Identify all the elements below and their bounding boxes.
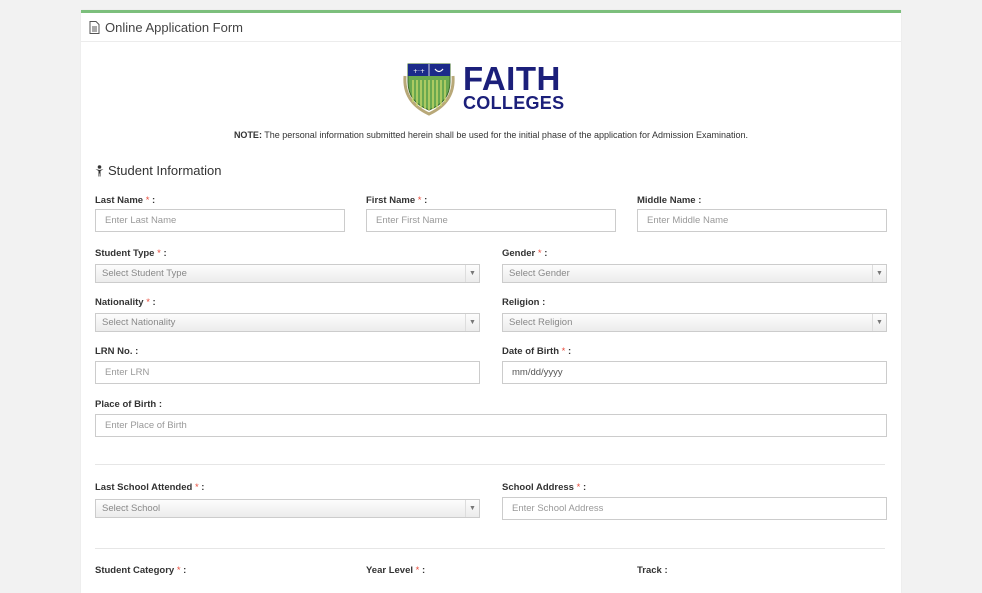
nationality-value: Select Nationality [102,317,176,328]
dob-input[interactable]: mm/dd/yyyy [502,361,887,384]
student-category-label: Student Category * : [95,565,187,576]
note-body: The personal information submitted herei… [264,130,749,140]
gender-value: Select Gender [509,268,570,279]
year-level-label: Year Level * : [366,565,426,576]
gender-label: Gender * : [502,248,548,259]
student-type-select[interactable]: Select Student Type ▼ [95,264,480,283]
nationality-label: Nationality * : [95,297,156,308]
religion-value: Select Religion [509,317,573,328]
svg-text:+·+: +·+ [413,68,425,75]
last-school-select[interactable]: Select School ▼ [95,499,480,518]
place-of-birth-label: Place of Birth : [95,399,163,410]
note-text: NOTE: The personal information submitted… [81,130,901,140]
faith-colleges-logo: +·+ FAITH COLLEGES [401,58,564,116]
logo-text-colleges: COLLEGES [463,93,565,113]
section-title-text: Student Information [108,163,222,178]
school-address-label: School Address * : [502,482,587,493]
panel-title: Online Application Form [105,19,244,35]
middle-name-label: Middle Name : [637,195,702,206]
place-of-birth-input[interactable]: Enter Place of Birth [95,414,887,437]
last-school-label: Last School Attended * : [95,482,205,493]
crest-icon: +·+ [403,63,455,116]
lrn-input[interactable]: Enter LRN [95,361,480,384]
school-address-input[interactable]: Enter School Address [502,497,887,520]
last-name-input[interactable]: Enter Last Name [95,209,345,232]
track-label: Track : [637,565,668,576]
dropdown-arrow-icon: ▼ [872,314,886,331]
panel-header: Online Application Form [81,13,901,42]
application-panel: Online Application Form +·+ FAITH COLLEG… [81,10,901,593]
dob-label: Date of Birth * : [502,346,572,357]
last-school-value: Select School [102,503,161,514]
last-name-label: Last Name * : [95,195,156,206]
section-title: Student Information [95,163,221,178]
divider [95,464,885,465]
dropdown-arrow-icon: ▼ [465,265,479,282]
dropdown-arrow-icon: ▼ [465,314,479,331]
logo-text-faith: FAITH [463,60,561,97]
document-icon [89,20,100,34]
lrn-label: LRN No. : [95,346,139,357]
divider [95,548,885,549]
student-type-label: Student Type * : [95,248,167,259]
religion-select[interactable]: Select Religion ▼ [502,313,887,332]
gender-select[interactable]: Select Gender ▼ [502,264,887,283]
nationality-select[interactable]: Select Nationality ▼ [95,313,480,332]
first-name-input[interactable]: Enter First Name [366,209,616,232]
dropdown-arrow-icon: ▼ [872,265,886,282]
middle-name-input[interactable]: Enter Middle Name [637,209,887,232]
student-type-value: Select Student Type [102,268,187,279]
dropdown-arrow-icon: ▼ [465,500,479,517]
religion-label: Religion : [502,297,546,308]
person-icon [95,164,104,177]
first-name-label: First Name * : [366,195,428,206]
note-label: NOTE: [233,130,262,140]
